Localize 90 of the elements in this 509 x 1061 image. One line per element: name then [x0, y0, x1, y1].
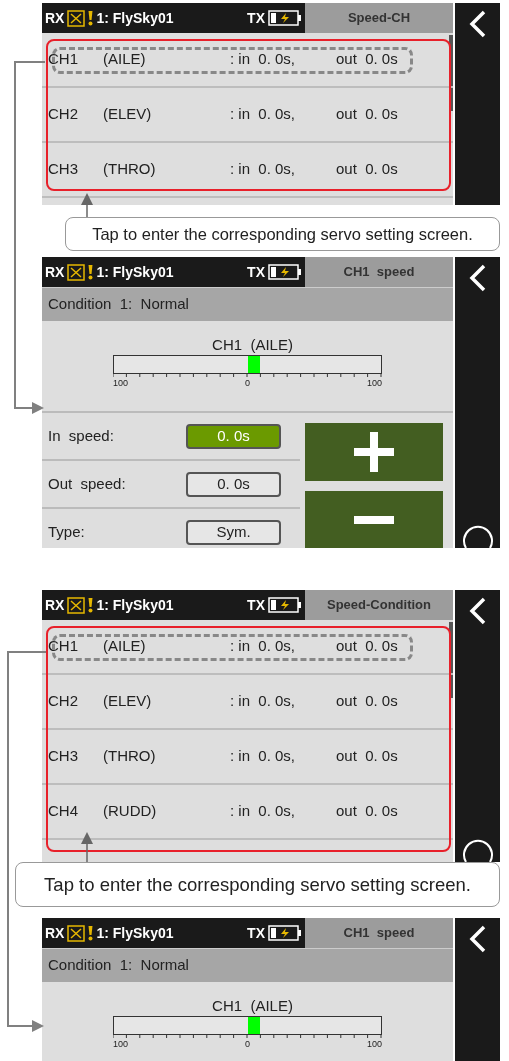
- rx-label: RX: [45, 923, 65, 943]
- out-speed: out 0. 0s: [336, 104, 399, 125]
- x-box-icon: [67, 9, 86, 27]
- out-speed: out 0. 0s: [336, 636, 399, 657]
- warning-icon: [88, 10, 94, 26]
- refresh-icon[interactable]: [460, 838, 496, 862]
- channel-name: (THRO): [103, 159, 157, 180]
- channel-number: CH3: [48, 159, 79, 180]
- condition-bar: Condition 1: Normal: [42, 287, 453, 321]
- channel-name: (ELEV): [103, 104, 153, 125]
- in-speed: : in 0. 0s,: [230, 801, 297, 822]
- out-speed: out 0. 0s: [336, 691, 399, 712]
- channel-row[interactable]: CH3 (THRO) : in 0. 0s, out 0. 0s: [42, 730, 453, 785]
- warning-icon: [88, 264, 94, 280]
- meter-label: CH1 (AILE): [211, 996, 293, 1016]
- condition-bar: Condition 1: Normal: [42, 948, 453, 982]
- scale-label: 0: [245, 1039, 250, 1049]
- scale-label: 100: [366, 378, 382, 388]
- meter-label: CH1 (AILE): [211, 335, 293, 355]
- callout-arrow: [81, 193, 93, 218]
- rx-label: RX: [45, 262, 65, 282]
- field-label: Type:: [48, 521, 86, 542]
- out-speed: out 0. 0s: [336, 801, 399, 822]
- in-speed: : in 0. 0s,: [230, 746, 297, 767]
- back-icon[interactable]: [469, 925, 487, 953]
- channel-number: CH1: [48, 636, 79, 657]
- channel-name: (THRO): [103, 746, 157, 767]
- screen-title: Speed-Condition: [305, 590, 453, 620]
- model-name: 1: FlySky01: [96, 595, 174, 615]
- in-speed: : in 0. 0s,: [230, 691, 297, 712]
- refresh-icon[interactable]: [460, 524, 496, 548]
- channel-name: (RUDD): [103, 801, 158, 822]
- back-icon[interactable]: [469, 597, 487, 625]
- scale-label: 100: [113, 1039, 129, 1049]
- tx-label: TX: [247, 8, 265, 28]
- callout-arrow: [81, 832, 93, 863]
- value-field[interactable]: 0. 0s: [186, 471, 281, 497]
- warning-icon: [88, 597, 94, 613]
- tx-label: TX: [247, 923, 265, 943]
- back-icon[interactable]: [469, 264, 487, 292]
- channel-number: CH1: [48, 49, 79, 70]
- channel-row[interactable]: CH4 (RUDD) : in 0. 0s, out 0. 0s: [42, 785, 453, 840]
- channel-name: (AILE): [103, 636, 147, 657]
- channel-name: (ELEV): [103, 691, 153, 712]
- in-speed: : in 0. 0s,: [230, 636, 297, 657]
- field-label: Out speed:: [48, 473, 127, 494]
- tx-label: TX: [247, 262, 265, 282]
- minus-button[interactable]: [305, 491, 443, 548]
- battery-icon: [268, 10, 302, 26]
- battery-icon: [268, 597, 302, 613]
- scale-label: 0: [245, 378, 250, 388]
- callout-box: Tap to enter the corresponding servo setting screen.: [65, 217, 500, 251]
- field-label: In speed:: [48, 425, 115, 446]
- scale-label: 100: [366, 1039, 382, 1049]
- model-name: 1: FlySky01: [96, 8, 174, 28]
- channel-number: CH3: [48, 746, 79, 767]
- rx-label: RX: [45, 8, 65, 28]
- x-box-icon: [67, 596, 86, 614]
- warning-icon: [88, 925, 94, 941]
- out-speed: out 0. 0s: [336, 159, 399, 180]
- channel-row[interactable]: CH2 (ELEV) : in 0. 0s, out 0. 0s: [42, 88, 453, 143]
- in-speed: : in 0. 0s,: [230, 159, 297, 180]
- out-speed: out 0. 0s: [336, 746, 399, 767]
- back-icon[interactable]: [469, 10, 487, 38]
- scale-label: 100: [113, 378, 129, 388]
- plus-icon: [354, 432, 394, 472]
- rx-label: RX: [45, 595, 65, 615]
- screen-title: CH1 speed: [305, 918, 453, 948]
- in-speed: : in 0. 0s,: [230, 104, 297, 125]
- plus-button[interactable]: [305, 423, 443, 481]
- x-box-icon: [67, 924, 86, 942]
- callout-box: Tap to enter the corresponding servo setting screen.: [15, 862, 500, 907]
- channel-number: CH4: [48, 801, 79, 822]
- channel-row[interactable]: CH3 (THRO) : in 0. 0s, out 0. 0s: [42, 143, 453, 198]
- model-name: 1: FlySky01: [96, 923, 174, 943]
- channel-number: CH2: [48, 104, 79, 125]
- minus-icon: [354, 516, 394, 524]
- value-field[interactable]: Sym.: [186, 519, 281, 545]
- channel-name: (AILE): [103, 49, 147, 70]
- battery-icon: [268, 925, 302, 941]
- screen-title: CH1 speed: [305, 257, 453, 287]
- x-box-icon: [67, 263, 86, 281]
- model-name: 1: FlySky01: [96, 262, 174, 282]
- battery-icon: [268, 264, 302, 280]
- tx-label: TX: [247, 595, 265, 615]
- channel-row[interactable]: CH2 (ELEV) : in 0. 0s, out 0. 0s: [42, 675, 453, 730]
- screen-title: Speed-CH: [305, 3, 453, 33]
- in-speed: : in 0. 0s,: [230, 49, 297, 70]
- out-speed: out 0. 0s: [336, 49, 399, 70]
- channel-number: CH2: [48, 691, 79, 712]
